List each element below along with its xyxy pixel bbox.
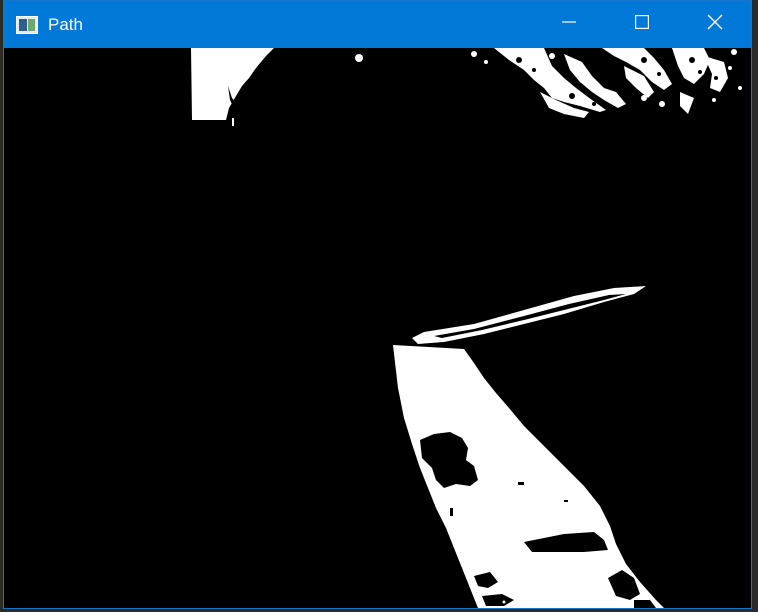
path-hole bbox=[564, 500, 568, 502]
image-canvas[interactable] bbox=[4, 48, 751, 608]
mask-speck bbox=[594, 586, 598, 590]
image-background bbox=[4, 48, 751, 608]
close-button[interactable] bbox=[678, 1, 751, 48]
path-hole bbox=[518, 482, 524, 485]
binary-mask-image bbox=[4, 48, 751, 608]
window-controls bbox=[532, 1, 751, 48]
path-hole bbox=[450, 508, 453, 516]
maximize-icon bbox=[634, 15, 649, 34]
title-bar[interactable]: Path bbox=[4, 1, 751, 48]
mask-speck bbox=[355, 54, 363, 62]
maximize-button[interactable] bbox=[605, 1, 678, 48]
image-window-icon bbox=[16, 15, 38, 34]
minimize-icon bbox=[561, 15, 576, 34]
close-icon bbox=[707, 14, 723, 35]
mask-speck bbox=[502, 600, 506, 604]
window-title: Path bbox=[48, 15, 83, 34]
image-window: Path bbox=[3, 0, 752, 609]
minimize-button[interactable] bbox=[532, 1, 605, 48]
mask-speck bbox=[232, 118, 234, 126]
